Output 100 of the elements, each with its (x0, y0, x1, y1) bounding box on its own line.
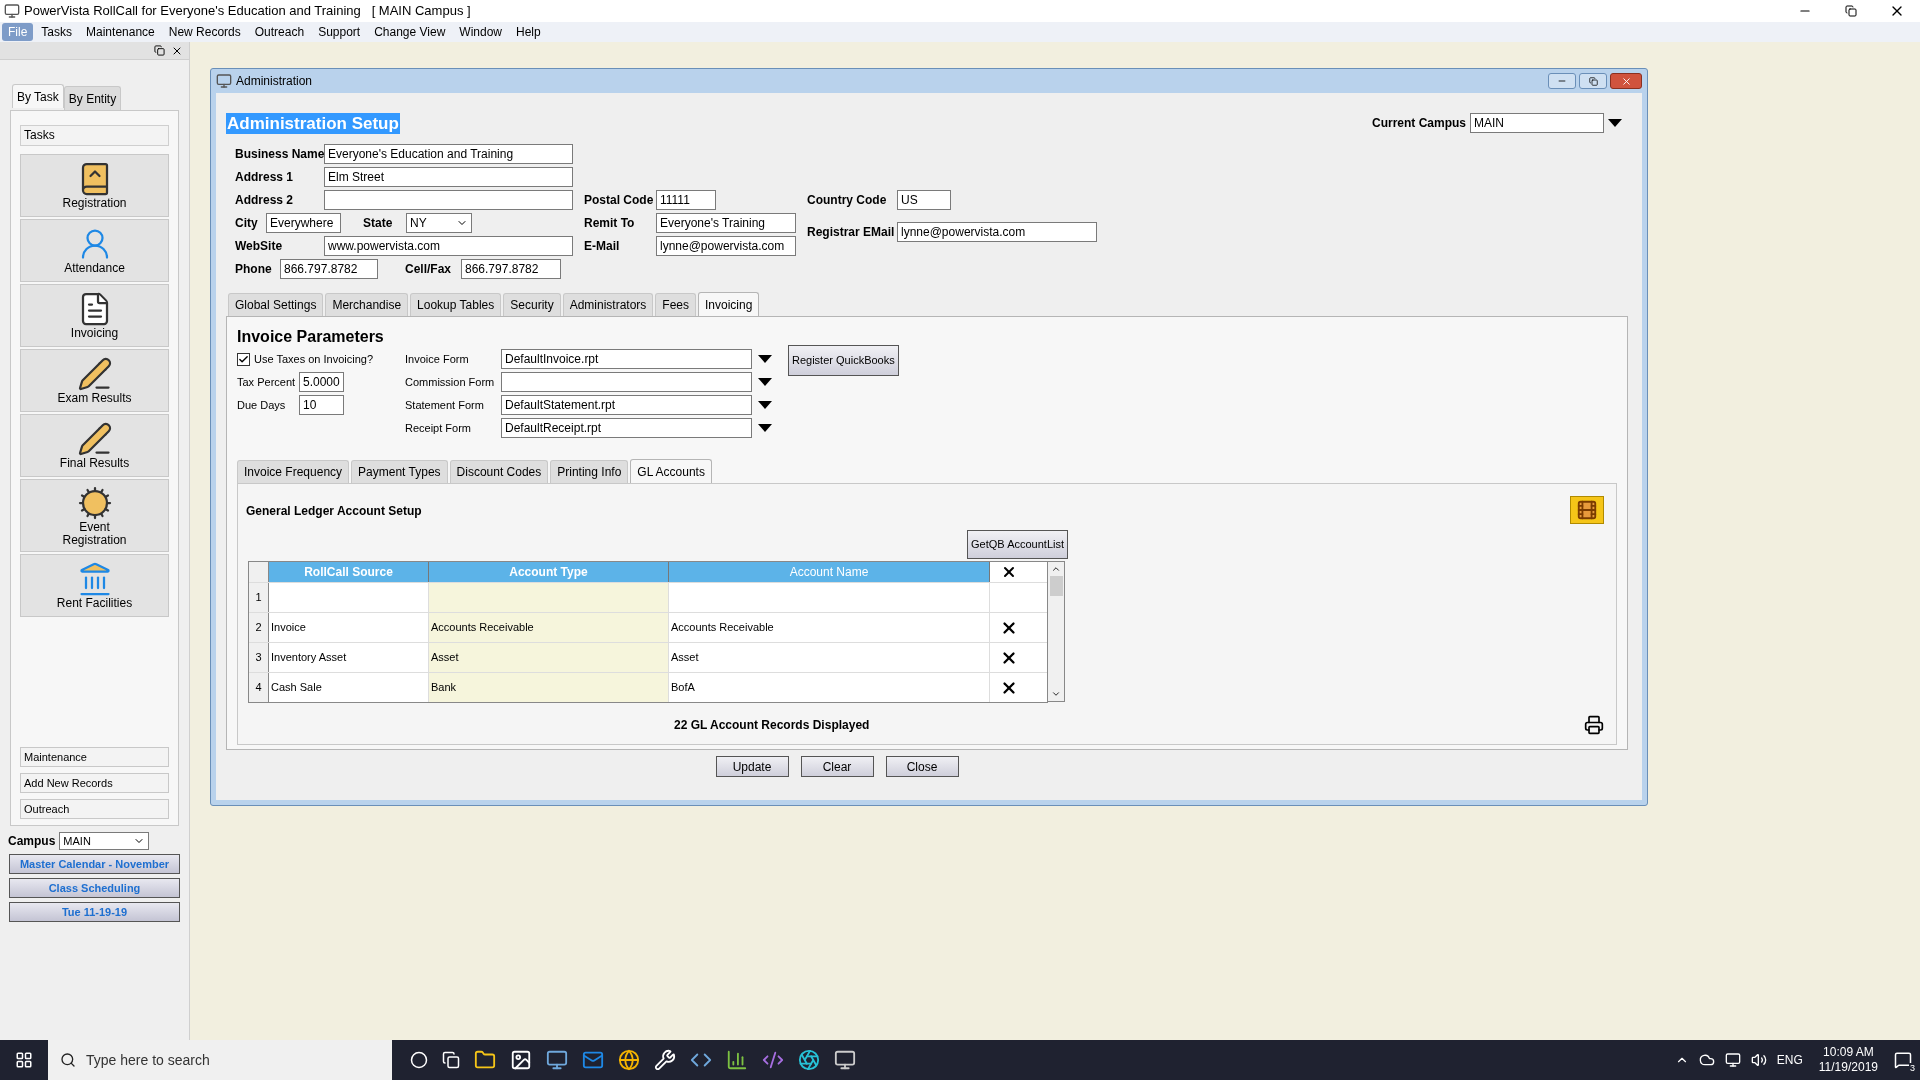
get-account-list-button[interactable]: GetQB AccountList (967, 530, 1068, 559)
dropdown-arrow-icon[interactable] (758, 424, 772, 432)
tab[interactable]: Invoicing (698, 292, 760, 317)
tab[interactable]: Printing Info (550, 460, 629, 483)
text-field[interactable]: 11111 (656, 190, 716, 210)
text-field[interactable]: US (897, 190, 951, 210)
aperture-icon[interactable] (798, 1049, 820, 1071)
text-field[interactable]: Everyone's Training (656, 213, 796, 233)
menu-item[interactable]: Change View (368, 23, 452, 41)
task-button[interactable]: Final Results (20, 414, 169, 477)
tab[interactable]: Merchandise (325, 293, 409, 316)
dropdown-arrow-icon[interactable] (758, 401, 772, 409)
start-icon[interactable] (15, 1051, 33, 1069)
code-icon[interactable] (762, 1049, 784, 1071)
close-button[interactable] (1610, 73, 1642, 89)
cloud-icon[interactable] (1698, 1052, 1715, 1068)
text-field[interactable]: 5.0000 (299, 372, 344, 392)
task-button[interactable]: Event Registration (20, 479, 169, 552)
clock[interactable]: 10:09 AM 11/19/2019 (1812, 1045, 1884, 1075)
restore-icon (1588, 76, 1598, 86)
menu-item[interactable]: New Records (162, 23, 247, 41)
circle-icon[interactable] (410, 1051, 428, 1069)
restore-icon[interactable] (154, 45, 165, 56)
tab[interactable]: By Entity (63, 86, 122, 110)
text-field[interactable] (501, 372, 752, 392)
checkbox[interactable] (237, 352, 250, 366)
tab[interactable]: GL Accounts (630, 459, 712, 484)
text-field[interactable] (324, 190, 573, 210)
task-button[interactable]: Invoicing (20, 284, 169, 347)
text-field[interactable]: 866.797.8782 (280, 259, 378, 279)
menu-item[interactable]: Support (312, 23, 367, 41)
task-view-icon[interactable] (442, 1051, 460, 1069)
task-button[interactable]: Attendance (20, 219, 169, 282)
field-label: State (363, 215, 394, 232)
monitor-icon[interactable] (546, 1049, 568, 1071)
film-icon[interactable] (1570, 496, 1604, 524)
campus-dropdown[interactable]: MAIN (59, 832, 150, 850)
search-field[interactable]: Type here to search (48, 1040, 392, 1080)
monitor-icon[interactable] (834, 1049, 856, 1071)
tab[interactable]: Invoice Frequency (237, 460, 350, 483)
tab[interactable]: Payment Types (351, 460, 448, 483)
tab[interactable]: Administrators (562, 293, 654, 316)
dialog-button[interactable]: Update (715, 756, 789, 777)
text-field[interactable]: DefaultInvoice.rpt (501, 349, 752, 369)
state-dropdown[interactable]: NY (406, 213, 472, 233)
scroll-up-icon[interactable] (1051, 564, 1061, 574)
mail-icon[interactable] (582, 1049, 604, 1071)
image-icon[interactable] (510, 1049, 532, 1071)
text-field[interactable]: lynne@powervista.com (897, 222, 1097, 242)
dropdown-arrow-icon[interactable] (758, 378, 772, 386)
maximize-button[interactable] (1579, 73, 1607, 89)
tab[interactable]: Global Settings (228, 293, 324, 316)
dialog-button[interactable]: Clear (800, 756, 874, 777)
field-label: Remit To (584, 215, 636, 232)
tab[interactable]: Discount Codes (449, 460, 549, 483)
tab[interactable]: Fees (655, 293, 696, 316)
text-field[interactable]: MAIN (1470, 113, 1604, 133)
chart-icon[interactable] (726, 1049, 748, 1071)
volume-icon[interactable] (1750, 1052, 1767, 1068)
field-label: Cell/Fax (405, 261, 453, 278)
tab[interactable]: By Task (12, 84, 64, 108)
menu-item[interactable]: Window (453, 23, 509, 41)
time-text: 10:09 AM (1823, 1045, 1874, 1060)
text-field[interactable]: Everyone's Education and Training (324, 144, 573, 164)
text-field[interactable]: DefaultStatement.rpt (501, 395, 752, 415)
register-quickbooks-button[interactable]: Register QuickBooks (788, 345, 899, 376)
language-indicator[interactable]: ENG (1776, 1051, 1803, 1069)
dialog-button[interactable]: Close (885, 756, 959, 777)
text-field[interactable]: DefaultReceipt.rpt (501, 418, 752, 438)
table-cell: Accounts Receivable (429, 613, 669, 642)
task-button[interactable]: Rent Facilities (20, 554, 169, 617)
menu-item[interactable]: Outreach (248, 23, 311, 41)
section-button[interactable]: Maintenance (20, 747, 169, 767)
text-field[interactable]: 866.797.8782 (461, 259, 561, 279)
folder-icon[interactable] (474, 1049, 496, 1071)
scrollbar[interactable] (1048, 561, 1065, 702)
scroll-down-icon[interactable] (1051, 689, 1061, 699)
tab[interactable]: Lookup Tables (410, 293, 502, 316)
text-field[interactable]: www.powervista.com (324, 236, 573, 256)
minimize-button[interactable] (1548, 73, 1576, 89)
text-field[interactable]: 10 (299, 395, 344, 415)
menu-item[interactable]: Tasks (35, 23, 79, 41)
wrench-icon[interactable] (654, 1049, 676, 1071)
printer-icon[interactable] (1584, 715, 1604, 735)
notification-icon[interactable] (1894, 1051, 1912, 1069)
globe-icon[interactable] (618, 1049, 640, 1071)
text-field[interactable]: lynne@powervista.com (656, 236, 796, 256)
menu-item[interactable]: Help (510, 23, 547, 41)
tab[interactable]: Security (503, 293, 561, 316)
section-button[interactable]: Add New Records (20, 773, 169, 793)
task-button[interactable]: Exam Results (20, 349, 169, 412)
dropdown-arrow-icon[interactable] (1608, 119, 1622, 127)
dropdown-arrow-icon[interactable] (758, 355, 772, 363)
text-field[interactable]: Elm Street (324, 167, 573, 187)
section-header: Tasks (20, 125, 169, 146)
task-button[interactable]: Registration (20, 154, 169, 217)
text-field[interactable]: Everywhere (266, 213, 341, 233)
scrollbar-thumb[interactable] (1049, 576, 1063, 596)
section-button[interactable]: Outreach (20, 799, 169, 819)
menu-item[interactable]: Maintenance (80, 23, 161, 41)
